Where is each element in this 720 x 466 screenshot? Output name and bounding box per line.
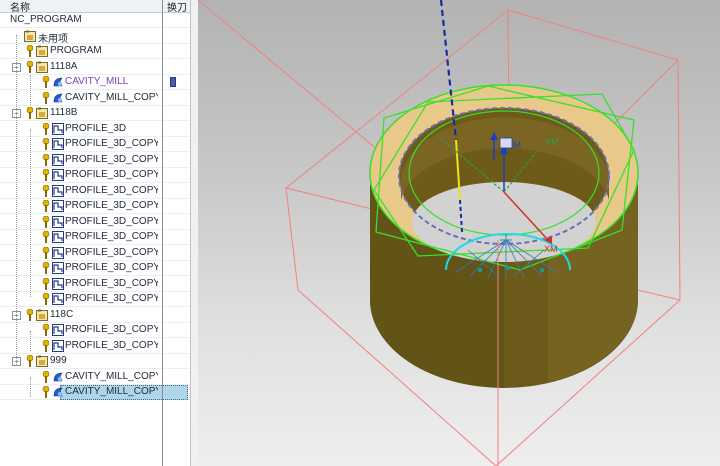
row-label: PROFILE_3D_COPY_2 xyxy=(65,324,158,335)
program-folder-icon xyxy=(36,355,48,367)
row-label: 1118A xyxy=(50,61,78,72)
profile-3d-icon xyxy=(52,169,64,181)
row-label: PROFILE_3D_COPY_... xyxy=(65,185,158,196)
axis-y-label: YM xyxy=(545,137,559,147)
row-label: CAVITY_MILL_COPY xyxy=(65,92,158,103)
profile-3d-icon xyxy=(52,185,64,197)
row-label: 999 xyxy=(50,355,67,366)
status-key-icon xyxy=(26,308,34,321)
status-key-icon xyxy=(42,91,50,104)
axis-x-label: XM xyxy=(544,244,558,254)
graphics-viewport[interactable]: ZM XM YM xyxy=(198,0,720,466)
status-key-icon xyxy=(42,122,50,135)
program-folder-icon xyxy=(24,30,36,42)
row-label: PROGRAM xyxy=(50,45,102,56)
profile-3d-icon xyxy=(52,247,64,259)
status-key-icon xyxy=(42,75,50,88)
profile-3d-icon xyxy=(52,200,64,212)
tree-guide-line xyxy=(30,377,31,397)
profile-3d-icon xyxy=(52,216,64,228)
column-divider[interactable] xyxy=(162,0,163,466)
tool-change-column-header[interactable]: 换刀 xyxy=(167,0,187,14)
row-label: PROFILE_3D_COPY_... xyxy=(65,169,158,180)
row-label: PROFILE_3D_COPY_... xyxy=(65,340,158,351)
row-label: 118C xyxy=(50,309,74,320)
program-folder-icon xyxy=(36,107,48,119)
cavity-mill-icon xyxy=(52,371,64,383)
status-key-icon xyxy=(42,339,50,352)
status-key-icon xyxy=(42,261,50,274)
profile-3d-icon xyxy=(52,154,64,166)
row-label: PROFILE_3D_COPY_1 xyxy=(65,216,158,227)
name-column-header[interactable]: 名称 xyxy=(10,0,30,14)
profile-3d-icon xyxy=(52,340,64,352)
status-key-icon xyxy=(42,199,50,212)
status-key-icon xyxy=(26,60,34,73)
row-label: PROFILE_3D_COPY_... xyxy=(65,154,158,165)
status-key-icon xyxy=(42,137,50,150)
status-key-icon xyxy=(42,168,50,181)
row-label: PROFILE_3D_COPY_... xyxy=(65,278,158,289)
status-key-icon xyxy=(42,385,50,398)
cavity-mill-icon xyxy=(52,76,64,88)
row-label: PROFILE_3D_COPY_... xyxy=(65,293,158,304)
status-key-icon xyxy=(42,292,50,305)
row-label: PROFILE_3D_COPY_... xyxy=(65,247,158,258)
status-key-icon xyxy=(42,246,50,259)
tree-guide-line xyxy=(16,35,17,365)
status-key-icon xyxy=(42,184,50,197)
status-key-icon xyxy=(42,230,50,243)
status-key-icon xyxy=(42,323,50,336)
row-label: PROFILE_3D_COPY_... xyxy=(65,231,158,242)
profile-3d-icon xyxy=(52,293,64,305)
operation-navigator: 名称 换刀 NC_PROGRAM 未用项 PROGRAM −1118A CAVITY_M… xyxy=(0,0,190,466)
status-key-icon xyxy=(42,153,50,166)
cavity-mill-icon xyxy=(52,386,64,398)
tree-guide-line xyxy=(30,75,31,105)
status-key-icon xyxy=(42,215,50,228)
profile-3d-icon xyxy=(52,123,64,135)
row-label: PROFILE_3D_COPY xyxy=(65,138,158,149)
row-label: 未用项 xyxy=(38,34,68,45)
row-label: CAVITY_MILL_COPY... xyxy=(65,371,158,382)
status-key-icon xyxy=(26,354,34,367)
row-label: CAVITY_MILL xyxy=(65,76,129,87)
program-folder-icon xyxy=(36,309,48,321)
profile-3d-icon xyxy=(52,278,64,290)
status-key-icon xyxy=(42,277,50,290)
tree-guide-line xyxy=(30,331,31,351)
status-key-icon xyxy=(26,44,34,57)
row-label: PROFILE_3D xyxy=(65,123,127,134)
row-label: CAVITY_MILL_COPY... xyxy=(65,386,158,397)
program-folder-icon xyxy=(36,61,48,73)
row-label: PROFILE_3D_COPY_... xyxy=(65,200,158,211)
model-scene[interactable]: ZM XM YM xyxy=(198,0,720,466)
program-folder-icon xyxy=(36,45,48,57)
row-label: PROFILE_3D_COPY_... xyxy=(65,262,158,273)
status-key-icon xyxy=(42,370,50,383)
profile-3d-icon xyxy=(52,262,64,274)
tree-guide-line xyxy=(30,129,31,297)
profile-3d-icon xyxy=(52,231,64,243)
row-label: NC_PROGRAM xyxy=(10,14,82,25)
tool-change-marker-icon xyxy=(170,77,176,87)
row-label: 1118B xyxy=(50,107,78,118)
status-key-icon xyxy=(26,106,34,119)
profile-3d-icon xyxy=(52,324,64,336)
cavity-mill-icon xyxy=(52,92,64,104)
profile-3d-icon xyxy=(52,138,64,150)
